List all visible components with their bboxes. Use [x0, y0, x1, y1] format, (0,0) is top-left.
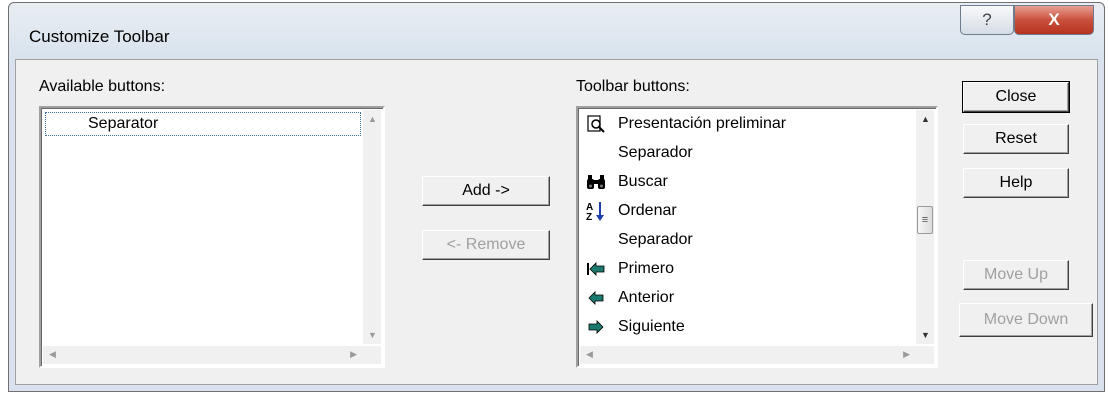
reset-button-label: Reset [995, 130, 1037, 147]
blank-icon [582, 139, 610, 167]
close-icon: X [1048, 10, 1060, 29]
list-item[interactable]: Presentación preliminar [582, 110, 786, 138]
move-up-button-label: Move Up [983, 266, 1049, 283]
toolbar-label-text: Toolbar buttons: [576, 78, 690, 95]
list-item[interactable]: Siguiente [582, 313, 685, 341]
list-item-label: Separador [618, 144, 693, 161]
remove-button-label: <- Remove [446, 236, 526, 253]
help-glyph: ? [982, 10, 992, 29]
available-horizontal-scrollbar[interactable]: ◀ ▶ [43, 346, 363, 364]
scroll-down-icon[interactable]: ▼ [921, 330, 930, 340]
first-record-icon [582, 255, 610, 283]
list-item-label: Ordenar [618, 202, 677, 219]
move-down-button-label: Move Down [983, 311, 1069, 328]
dialog-title: Customize Toolbar [29, 27, 170, 46]
list-item[interactable]: Primero [582, 255, 674, 283]
list-item-label: Buscar [618, 173, 668, 190]
list-item[interactable]: Anterior [582, 284, 674, 312]
toolbar-buttons-label: Toolbar buttons: [576, 78, 690, 96]
customize-toolbar-dialog: Customize Toolbar ? X Available buttons:… [8, 2, 1105, 392]
scroll-corner [916, 346, 934, 364]
list-item-label: Separator [88, 115, 159, 132]
scroll-thumb[interactable]: ≡ [917, 206, 933, 234]
binoculars-icon [582, 168, 610, 196]
available-buttons-list[interactable]: Separator ▲ ▼ ◀ ▶ [39, 106, 385, 368]
move-up-button[interactable]: Move Up [963, 260, 1069, 290]
scroll-left-icon[interactable]: ◀ [49, 349, 56, 360]
list-item-label: Presentación preliminar [618, 115, 787, 132]
toolbar-buttons-list[interactable]: Presentación preliminar Separador Buscar… [576, 106, 938, 368]
toolbar-vertical-scrollbar[interactable]: ▲ ≡ ▼ [916, 110, 934, 344]
svg-text:Z: Z [586, 212, 592, 222]
blank-icon [582, 226, 610, 254]
reset-button[interactable]: Reset [963, 124, 1069, 154]
close-button-label: Close [995, 88, 1037, 105]
available-label-text: Available buttons: [39, 78, 166, 95]
scroll-right-icon[interactable]: ▶ [903, 349, 910, 360]
remove-button[interactable]: <- Remove [422, 230, 550, 260]
close-window-button[interactable]: X [1014, 5, 1094, 35]
list-item[interactable]: Separador [582, 226, 693, 254]
toolbar-horizontal-scrollbar[interactable]: ◀ ▶ [580, 346, 916, 364]
scroll-right-icon[interactable]: ▶ [350, 349, 357, 360]
next-record-icon [582, 313, 610, 341]
list-item[interactable]: Buscar [582, 168, 668, 196]
available-buttons-label: Available buttons: [39, 78, 165, 96]
previous-record-icon [582, 284, 610, 312]
close-button[interactable]: Close [962, 81, 1070, 113]
scroll-corner [363, 346, 381, 364]
scroll-up-icon[interactable]: ▲ [368, 114, 377, 124]
move-down-button[interactable]: Move Down [959, 303, 1093, 337]
available-vertical-scrollbar[interactable]: ▲ ▼ [363, 110, 381, 344]
add-button[interactable]: Add -> [422, 176, 550, 206]
list-item[interactable]: AZ Ordenar [582, 197, 677, 225]
help-button-label: Help [999, 174, 1033, 191]
sort-az-icon: AZ [582, 197, 610, 225]
list-item-label: Anterior [618, 289, 675, 306]
scroll-left-icon[interactable]: ◀ [586, 349, 593, 360]
dialog-body: Available buttons: Separator ▲ ▼ ◀ ▶ Add… [15, 59, 1098, 385]
list-item[interactable]: Separador [582, 139, 693, 167]
list-item-label: Primero [618, 260, 675, 277]
list-item-label: Separador [618, 231, 693, 248]
list-item-label: Siguiente [618, 318, 685, 335]
add-button-label: Add -> [462, 182, 510, 199]
scroll-down-icon[interactable]: ▼ [368, 330, 377, 340]
list-item[interactable]: Separator [45, 112, 361, 136]
print-preview-icon [582, 110, 610, 138]
help-button[interactable]: Help [963, 168, 1069, 198]
help-icon[interactable]: ? [960, 5, 1014, 35]
title-bar[interactable]: Customize Toolbar ? X [9, 3, 1104, 59]
scroll-up-icon[interactable]: ▲ [921, 114, 930, 124]
